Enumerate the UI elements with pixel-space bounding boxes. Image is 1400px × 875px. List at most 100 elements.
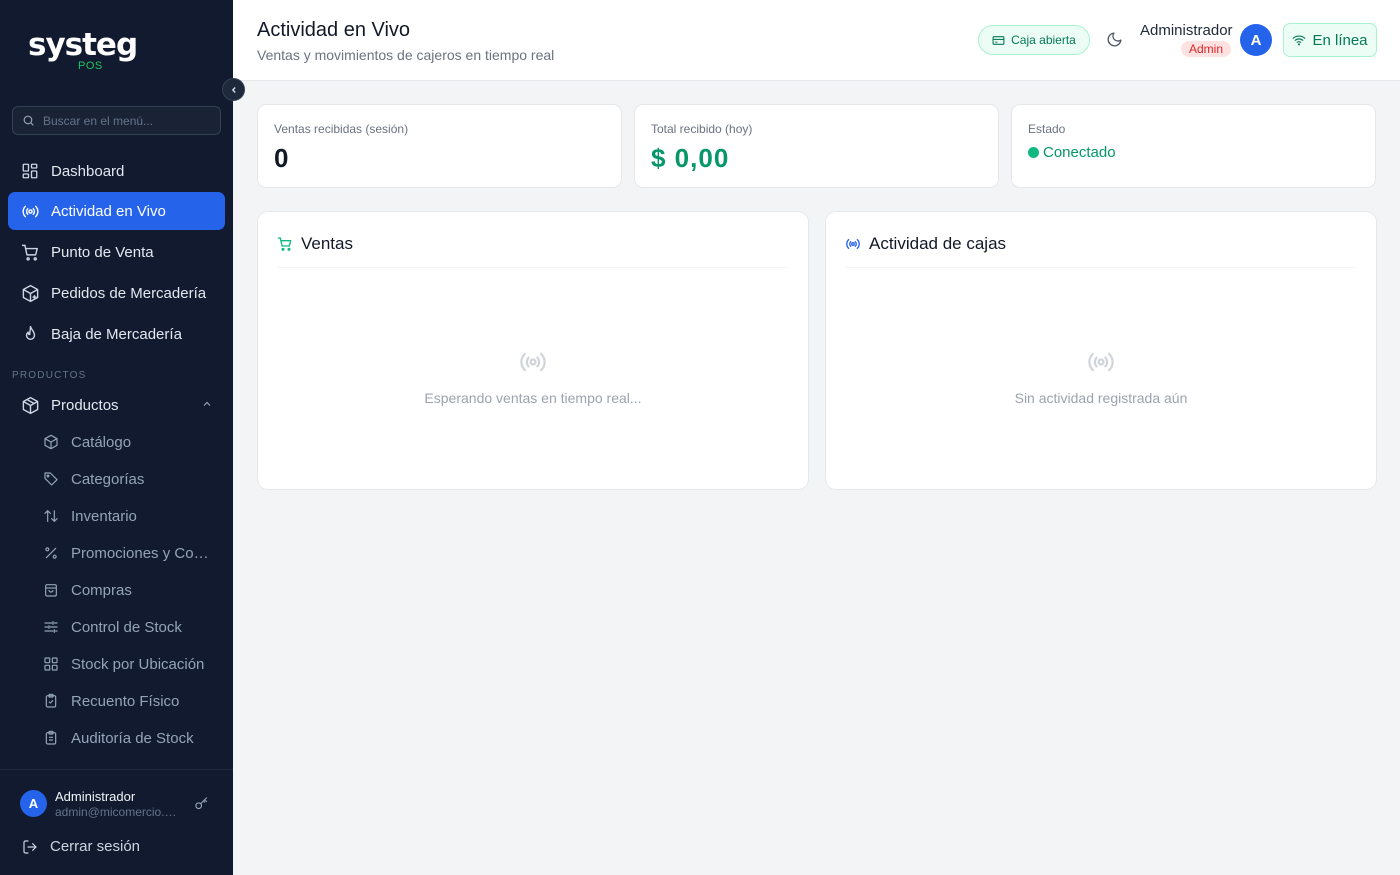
sidebar-collapse-button[interactable]	[222, 78, 245, 101]
sidebar-item-label: Control de Stock	[71, 618, 182, 636]
avatar[interactable]: A	[20, 790, 47, 817]
sidebar-item-label: Promociones y Combos	[71, 544, 216, 562]
stat-label: Estado	[1028, 122, 1066, 136]
arrows-up-down-icon	[42, 507, 60, 525]
menu-search[interactable]	[12, 106, 221, 135]
stat-label: Total recibido (hoy)	[651, 122, 753, 136]
broadcast-icon	[520, 352, 546, 372]
cash-activity-panel: Actividad de cajas Sin actividad registr…	[825, 211, 1377, 490]
clipboard-list-icon	[42, 729, 60, 747]
sidebar-item-label: Recuento Físico	[71, 692, 180, 710]
sidebar-item-label: Baja de Mercadería	[51, 325, 182, 343]
empty-state-text: Esperando ventas en tiempo real...	[424, 390, 642, 406]
panel-title: Ventas	[301, 234, 353, 253]
sidebar-item-categories[interactable]: Categorías	[40, 463, 225, 495]
grid-icon	[42, 655, 60, 673]
sidebar: systeg POS Dashboard Actividad en Vivo P…	[0, 0, 233, 875]
percent-icon	[42, 544, 60, 562]
box-icon	[42, 433, 60, 451]
sidebar-item-label: Inventario	[71, 507, 137, 525]
sidebar-item-stock-audit[interactable]: Auditoría de Stock	[40, 722, 225, 754]
app-logo[interactable]: systeg POS	[28, 27, 138, 73]
sidebar-item-label: Punto de Venta	[51, 243, 154, 261]
sidebar-item-dashboard[interactable]: Dashboard	[8, 152, 225, 190]
wifi-icon	[1292, 33, 1306, 47]
dashboard-icon	[20, 161, 40, 181]
sidebar-group-products[interactable]: Productos	[8, 386, 225, 424]
stat-card-status: Estado Conectado	[1011, 104, 1376, 188]
sidebar-item-promotions[interactable]: Promociones y Combos	[40, 537, 225, 569]
sidebar-item-label: Pedidos de Mercadería	[51, 284, 207, 302]
status-dot	[1028, 147, 1039, 158]
credit-card-icon	[992, 34, 1005, 47]
panel-title: Actividad de cajas	[869, 234, 1007, 253]
sidebar-item-stock-control[interactable]: Control de Stock	[40, 611, 225, 643]
logo-sub: POS	[78, 60, 103, 72]
status-indicator: Conectado	[1028, 144, 1116, 161]
page-title: Actividad en Vivo	[257, 19, 411, 41]
sidebar-item-orders[interactable]: Pedidos de Mercadería	[8, 274, 225, 312]
user-name: Administrador	[55, 789, 136, 804]
broadcast-icon	[1088, 352, 1114, 372]
sidebar-item-label: Auditoría de Stock	[71, 729, 194, 747]
sidebar-item-physical-count[interactable]: Recuento Físico	[40, 685, 225, 717]
logout-icon	[22, 839, 38, 855]
cart-icon	[20, 242, 40, 262]
key-icon[interactable]	[194, 796, 209, 811]
broadcast-icon	[845, 236, 861, 252]
sidebar-item-live-activity[interactable]: Actividad en Vivo	[8, 192, 225, 230]
stat-value: $ 0,00	[651, 143, 730, 173]
chevron-up-icon	[203, 401, 211, 406]
sidebar-item-label: Dashboard	[51, 162, 125, 180]
moon-icon[interactable]	[1106, 31, 1123, 48]
package-plus-icon	[20, 283, 40, 303]
header-user-name: Administrador	[1140, 22, 1233, 39]
section-label-products: PRODUCTOS	[12, 370, 87, 381]
status-label: En línea	[1312, 31, 1368, 49]
avatar[interactable]: A	[1240, 24, 1272, 56]
search-icon	[23, 115, 34, 126]
logout-label: Cerrar sesión	[50, 838, 141, 855]
sidebar-group-label: Productos	[51, 396, 119, 414]
logout-button[interactable]: Cerrar sesión	[22, 838, 140, 855]
user-email: admin@micomercio.com	[55, 805, 180, 819]
empty-state-text: Sin actividad registrada aún	[1014, 390, 1188, 406]
tag-icon	[42, 470, 60, 488]
sidebar-item-pos[interactable]: Punto de Venta	[8, 233, 225, 271]
top-header: Actividad en Vivo Ventas y movimientos d…	[233, 0, 1400, 81]
sidebar-item-write-off[interactable]: Baja de Mercadería	[8, 315, 225, 353]
sales-panel: Ventas Esperando ventas en tiempo real..…	[257, 211, 809, 490]
clipboard-check-icon	[42, 692, 60, 710]
role-badge: Admin	[1181, 41, 1232, 57]
panel-header: Ventas	[277, 234, 789, 268]
sidebar-item-label: Categorías	[71, 470, 145, 488]
stat-card-sales-received: Ventas recibidas (sesión) 0	[257, 104, 622, 188]
sidebar-item-catalog[interactable]: Catálogo	[40, 426, 225, 458]
cart-icon	[277, 236, 293, 252]
sidebar-item-label: Stock por Ubicación	[71, 655, 205, 673]
sidebar-item-stock-location[interactable]: Stock por Ubicación	[40, 648, 225, 680]
stat-card-total-received: Total recibido (hoy) $ 0,00	[634, 104, 999, 188]
page-subtitle: Ventas y movimientos de cajeros en tiemp…	[257, 47, 555, 63]
logo-text: systeg	[28, 27, 138, 63]
chevron-left-icon	[231, 86, 236, 93]
sliders-icon	[42, 618, 60, 636]
connection-status-button[interactable]: En línea	[1283, 23, 1377, 57]
stat-value: 0	[274, 143, 289, 173]
sidebar-item-purchases[interactable]: Compras	[40, 574, 225, 606]
stat-label: Ventas recibidas (sesión)	[274, 122, 409, 136]
broadcast-icon	[20, 201, 40, 221]
flame-icon	[20, 324, 40, 344]
shopping-bag-icon	[42, 581, 60, 599]
cash-register-status-badge[interactable]: Caja abierta	[978, 25, 1090, 55]
sidebar-item-label: Actividad en Vivo	[51, 202, 166, 220]
panel-header: Actividad de cajas	[845, 234, 1357, 268]
stat-value: Conectado	[1043, 144, 1116, 161]
sidebar-item-inventory[interactable]: Inventario	[40, 500, 225, 532]
sidebar-item-label: Catálogo	[71, 433, 132, 451]
box-icon	[20, 395, 40, 415]
sidebar-footer: A Administrador admin@micomercio.com Cer…	[0, 769, 233, 875]
sidebar-item-label: Compras	[71, 581, 132, 599]
search-input[interactable]	[43, 113, 213, 128]
caja-badge-label: Caja abierta	[1011, 33, 1076, 47]
